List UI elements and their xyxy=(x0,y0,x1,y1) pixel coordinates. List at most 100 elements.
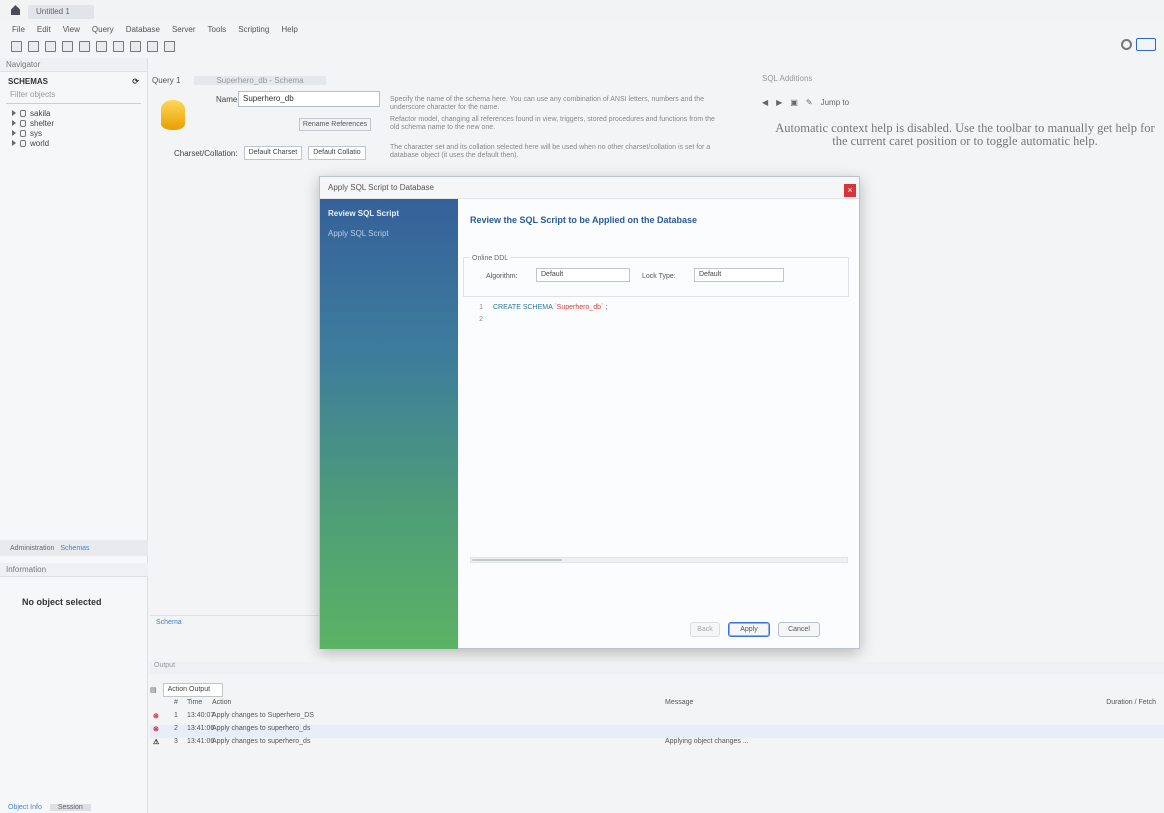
schema-name-field[interactable]: Superhero_db xyxy=(238,91,380,107)
name-description: Specify the name of the schema here. You… xyxy=(390,96,705,111)
output-header: Output xyxy=(150,662,1164,674)
rename-references-button[interactable]: Rename References xyxy=(299,118,371,131)
step-apply-sql-script: Apply SQL Script xyxy=(328,229,389,238)
table-row[interactable]: ⊗ 2 13:41:06 Apply changes to superhero_… xyxy=(150,725,1164,738)
auto-help-icon[interactable]: ▣ xyxy=(790,98,798,107)
output-toolbar: ▤ Action Output xyxy=(150,683,223,697)
connection-tab[interactable]: Untitled 1 xyxy=(28,5,94,19)
back-arrow-icon[interactable]: ◀ xyxy=(762,98,768,107)
schema-item-sys[interactable]: sys xyxy=(0,128,147,138)
database-icon xyxy=(20,119,26,127)
apply-button[interactable]: Apply xyxy=(728,622,770,637)
line-number: 1 xyxy=(479,303,483,311)
tab-administration[interactable]: Administration xyxy=(10,545,54,552)
schema-item-sakila[interactable]: sakila xyxy=(0,108,147,118)
tab-schema-editor[interactable]: Superhero_db - Schema xyxy=(194,75,326,85)
gear-icon[interactable] xyxy=(1121,39,1132,50)
no-object-selected: No object selected xyxy=(22,597,102,607)
create-view-icon[interactable] xyxy=(96,40,107,52)
database-icon xyxy=(20,109,26,117)
row-time: 13:41:06 xyxy=(187,725,215,732)
error-icon: ⊗ xyxy=(153,713,159,720)
schema-label: shelter xyxy=(30,118,55,128)
new-sql-tab-icon[interactable] xyxy=(11,40,22,52)
tab-schemas[interactable]: Schemas xyxy=(60,545,89,552)
navigator-panel: Navigator SCHEMAS ⟳ Filter objects sakil… xyxy=(0,58,148,813)
algorithm-select[interactable]: Default xyxy=(536,268,630,282)
sql-script-editor[interactable]: 1 CREATE SCHEMA `Superhero_db` ; 2 xyxy=(463,301,849,557)
database-icon xyxy=(20,139,26,147)
expand-arrow-icon[interactable] xyxy=(12,130,16,136)
create-procedure-icon[interactable] xyxy=(113,40,124,52)
close-icon[interactable]: × xyxy=(844,184,856,197)
step-review-sql-script: Review SQL Script xyxy=(328,209,399,218)
create-table-icon[interactable] xyxy=(79,40,90,52)
toggle-panel-icon[interactable] xyxy=(1136,38,1156,51)
database-icon xyxy=(20,129,26,137)
menu-tools[interactable]: Tools xyxy=(208,25,227,34)
expand-arrow-icon[interactable] xyxy=(12,120,16,126)
menu-scripting[interactable]: Scripting xyxy=(238,25,269,34)
open-sql-script-icon[interactable] xyxy=(28,40,39,52)
manual-help-icon[interactable]: ✎ xyxy=(806,98,813,107)
tab-object-info[interactable]: Object Info xyxy=(8,804,42,811)
table-row[interactable]: ⚠ 3 13:41:06 Apply changes to superhero_… xyxy=(150,738,1164,751)
col-duration: Duration / Fetch xyxy=(1106,699,1156,706)
col-num: # xyxy=(174,699,178,706)
expand-arrow-icon[interactable] xyxy=(12,140,16,146)
menu-database[interactable]: Database xyxy=(126,25,160,34)
forward-arrow-icon[interactable]: ▶ xyxy=(776,98,782,107)
expand-arrow-icon[interactable] xyxy=(12,110,16,116)
tab-query-1[interactable]: Query 1 xyxy=(152,76,180,85)
sql-identifier: `Superhero_db` xyxy=(554,303,604,311)
info-tabs: Object Info Session xyxy=(0,801,148,813)
menu-query[interactable]: Query xyxy=(92,25,114,34)
row-num: 2 xyxy=(174,725,178,732)
menu-file[interactable]: File xyxy=(12,25,25,34)
sql-terminator: ; xyxy=(603,303,608,311)
schema-label: sakila xyxy=(30,108,51,118)
table-row[interactable]: ⊗ 1 13:40:07 Apply changes to Superhero_… xyxy=(150,712,1164,725)
inspector-icon[interactable] xyxy=(45,40,56,52)
jump-to-select[interactable]: Jump to xyxy=(821,98,849,107)
schemas-refresh-icon[interactable]: ⟳ xyxy=(132,77,139,86)
charset-collation-row: Charset/Collation: Default Charset Defau… xyxy=(174,146,366,160)
filter-objects-input[interactable]: Filter objects xyxy=(6,90,141,104)
lock-type-select[interactable]: Default xyxy=(694,268,784,282)
tab-session[interactable]: Session xyxy=(49,803,91,811)
charset-select[interactable]: Default Charset xyxy=(243,146,303,160)
horizontal-scrollbar[interactable] xyxy=(470,557,848,563)
sql-keyword: CREATE SCHEMA xyxy=(493,303,553,311)
row-num: 3 xyxy=(174,738,178,745)
schema-item-shelter[interactable]: shelter xyxy=(0,118,147,128)
scrollbar-thumb[interactable] xyxy=(472,559,562,561)
title-bar xyxy=(0,0,1164,22)
col-time: Time xyxy=(187,699,203,706)
row-time: 13:40:07 xyxy=(187,712,215,719)
schema-item-world[interactable]: world xyxy=(0,138,147,148)
menu-help[interactable]: Help xyxy=(281,25,297,34)
create-function-icon[interactable] xyxy=(130,40,141,52)
output-header-row: # Time Action Message Duration / Fetch xyxy=(150,699,1164,712)
create-schema-icon[interactable] xyxy=(62,40,73,52)
menu-bar: File Edit View Query Database Server Too… xyxy=(0,22,1164,36)
wizard-sidebar: Review SQL Script Apply SQL Script xyxy=(320,199,458,649)
col-action: Action xyxy=(212,699,232,706)
reconnect-icon[interactable] xyxy=(164,40,175,52)
menu-view[interactable]: View xyxy=(63,25,80,34)
schema-cylinder-icon xyxy=(161,100,185,130)
cancel-button[interactable]: Cancel xyxy=(778,622,820,637)
back-button[interactable]: Back xyxy=(690,622,720,637)
row-action: Apply changes to superhero_ds xyxy=(212,738,311,745)
lock-type-label: Lock Type: xyxy=(642,273,676,280)
row-time: 13:41:06 xyxy=(187,738,215,745)
collation-select[interactable]: Default Collatio xyxy=(308,146,366,160)
col-message: Message xyxy=(665,699,694,706)
menu-edit[interactable]: Edit xyxy=(37,25,51,34)
dialog-buttons: Back Apply Cancel xyxy=(690,622,820,637)
output-selector[interactable]: Action Output xyxy=(162,683,223,697)
menu-server[interactable]: Server xyxy=(172,25,196,34)
search-table-data-icon[interactable] xyxy=(147,40,158,52)
row-message: Applying object changes ... xyxy=(665,738,749,745)
sql-line: 2 xyxy=(463,313,849,325)
